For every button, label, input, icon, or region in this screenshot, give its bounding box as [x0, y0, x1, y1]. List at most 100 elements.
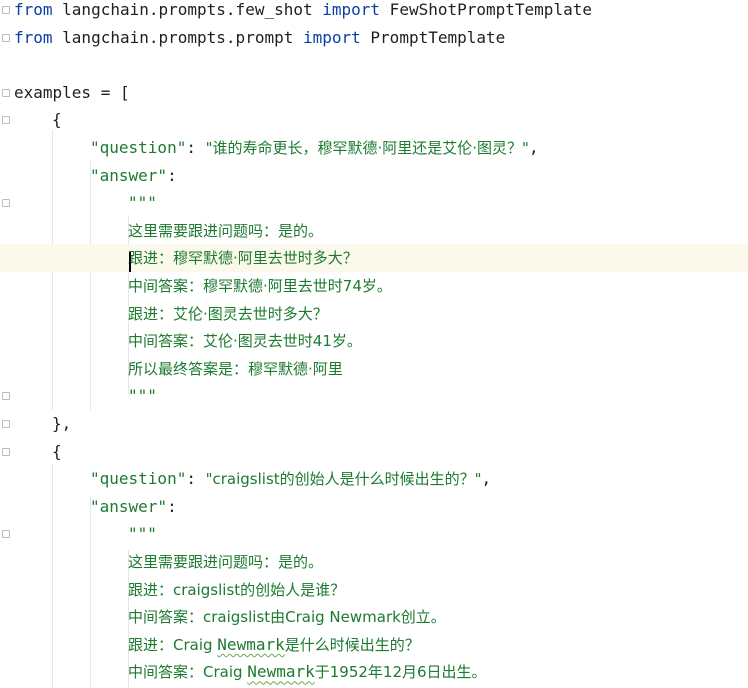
code-text: {	[52, 438, 62, 466]
string-token: "question"	[90, 469, 187, 489]
code-text: """	[128, 520, 157, 548]
string-token: 跟进：穆罕默德·阿里去世时多大？	[128, 249, 358, 268]
fold-marker-icon[interactable]	[2, 88, 10, 97]
code-token: :	[167, 165, 177, 185]
string-token: """	[128, 193, 157, 213]
code-line[interactable]: from langchain.prompts.prompt import Pro…	[0, 24, 748, 52]
code-text: },	[52, 410, 71, 438]
code-text: 跟进：艾伦·图灵去世时多大？	[128, 300, 328, 328]
code-text: 跟进：穆罕默德·阿里去世时多大？	[128, 244, 358, 272]
code-token: langchain.prompts.prompt	[52, 27, 303, 47]
code-line[interactable]: 跟进：穆罕默德·阿里去世时多大？	[0, 244, 748, 273]
code-text: 跟进：craigslist的创始人是谁？	[128, 576, 345, 604]
string-token: 跟进：craigslist的创始人是谁？	[128, 580, 346, 599]
string-token: 这里需要跟进问题吗：是的。	[128, 221, 324, 240]
string-token: """	[128, 386, 157, 406]
code-token: {	[52, 441, 62, 461]
string-token: Newmark	[247, 662, 315, 682]
code-text: """	[128, 382, 157, 410]
fold-marker-icon[interactable]	[2, 33, 10, 42]
code-text: {	[52, 106, 62, 134]
code-text: 中间答案：craigslist由Craig Newmark创立。	[128, 603, 446, 631]
code-token: FewShotPromptTemplate	[380, 0, 592, 19]
code-text: 跟进：Craig Newmark是什么时候出生的？	[128, 631, 420, 659]
string-token: 跟进：Craig	[128, 635, 218, 654]
code-line[interactable]: 所以最终答案是：穆罕默德·阿里	[0, 355, 748, 383]
code-token: langchain.prompts.few_shot	[52, 0, 323, 19]
code-line[interactable]: {	[0, 438, 748, 466]
string-token: 中间答案：艾伦·图灵去世时41岁。	[128, 332, 362, 351]
string-token: 中间答案：Craig	[128, 663, 248, 682]
code-line[interactable]: 中间答案：穆罕默德·阿里去世时74岁。	[0, 272, 748, 300]
code-text: "question": "craigslist的创始人是什么时候出生的？",	[90, 465, 491, 493]
fold-marker-icon[interactable]	[2, 530, 10, 539]
code-text: examples = [	[14, 79, 130, 107]
code-token: :	[186, 469, 206, 489]
code-text: "answer":	[90, 162, 177, 190]
code-token: :	[167, 496, 177, 516]
code-line[interactable]: 中间答案：craigslist由Craig Newmark创立。	[0, 603, 748, 631]
code-line[interactable]: "answer":	[0, 493, 748, 521]
keyword-token: from	[14, 27, 53, 47]
fold-marker-icon[interactable]	[2, 199, 10, 208]
string-token: 于1952年12月6日出生。	[314, 663, 487, 682]
code-line[interactable]: {	[0, 106, 748, 134]
string-token: 跟进：艾伦·图灵去世时多大？	[128, 304, 328, 323]
fold-marker-icon[interactable]	[2, 116, 10, 125]
code-text: 这里需要跟进问题吗：是的。	[128, 548, 323, 576]
code-line[interactable]: 这里需要跟进问题吗：是的。	[0, 548, 748, 576]
code-line[interactable]: "question": "谁的寿命更长，穆罕默德·阿里还是艾伦·图灵？",	[0, 134, 748, 162]
code-line[interactable]: "question": "craigslist的创始人是什么时候出生的？",	[0, 465, 748, 493]
code-line[interactable]	[0, 51, 748, 79]
keyword-token: import	[302, 27, 361, 47]
code-text: 中间答案：穆罕默德·阿里去世时74岁。	[128, 272, 392, 300]
code-line[interactable]: from langchain.prompts.few_shot import F…	[0, 0, 748, 24]
code-text: "question": "谁的寿命更长，穆罕默德·阿里还是艾伦·图灵？",	[90, 134, 539, 162]
fold-marker-icon[interactable]	[2, 420, 10, 428]
code-token: {	[52, 110, 62, 130]
keyword-token: from	[14, 0, 53, 19]
code-token: PromptTemplate	[360, 27, 506, 47]
code-line[interactable]: examples = [	[0, 79, 748, 107]
code-line[interactable]: "answer":	[0, 162, 748, 190]
string-token: 中间答案：穆罕默德·阿里去世时74岁。	[128, 277, 392, 295]
string-token: "answer"	[90, 496, 168, 516]
text-cursor	[129, 252, 131, 272]
code-line[interactable]: 中间答案：艾伦·图灵去世时41岁。	[0, 327, 748, 355]
code-token: :	[186, 138, 206, 157]
code-text: from langchain.prompts.few_shot import F…	[14, 0, 592, 24]
code-line[interactable]: 这里需要跟进问题吗：是的。	[0, 217, 748, 245]
code-token: ,	[481, 469, 492, 489]
string-token: "question"	[90, 138, 187, 157]
code-text: "answer":	[90, 493, 177, 521]
string-token: 所以最终答案是：穆罕默德·阿里	[128, 359, 343, 378]
string-token: 中间答案：craigslist由Craig Newmark创立。	[128, 608, 446, 627]
code-text: 所以最终答案是：穆罕默德·阿里	[128, 355, 343, 383]
string-token: """	[128, 524, 157, 544]
fold-marker-icon[interactable]	[2, 6, 10, 14]
code-line[interactable]: """	[0, 189, 748, 217]
code-text: 中间答案：艾伦·图灵去世时41岁。	[128, 327, 362, 355]
code-text: from langchain.prompts.prompt import Pro…	[14, 24, 505, 52]
code-line[interactable]: """	[0, 520, 748, 548]
string-token: "answer"	[90, 165, 168, 185]
code-text: """	[128, 189, 157, 217]
string-token: "craigslist的创始人是什么时候出生的？"	[205, 470, 482, 489]
keyword-token: import	[322, 0, 381, 19]
fold-marker-icon[interactable]	[2, 392, 10, 401]
code-token: ,	[528, 138, 539, 157]
code-line[interactable]: 跟进：craigslist的创始人是谁？	[0, 576, 748, 604]
code-token: examples = [	[14, 82, 130, 102]
code-line[interactable]: """	[0, 382, 748, 410]
code-editor[interactable]: from langchain.prompts.few_shot import F…	[0, 0, 748, 688]
code-line[interactable]: 中间答案：Craig Newmark于1952年12月6日出生。	[0, 658, 748, 686]
string-token: Newmark	[217, 634, 285, 654]
code-text: 这里需要跟进问题吗：是的。	[128, 217, 323, 245]
string-token: "谁的寿命更长，穆罕默德·阿里还是艾伦·图灵？"	[205, 139, 529, 157]
string-token: 是什么时候出生的？	[284, 635, 420, 654]
code-text: 中间答案：Craig Newmark于1952年12月6日出生。	[128, 658, 487, 686]
code-line[interactable]: },	[0, 410, 748, 438]
code-line[interactable]: 跟进：Craig Newmark是什么时候出生的？	[0, 631, 748, 659]
fold-marker-icon[interactable]	[2, 447, 10, 456]
code-line[interactable]: 跟进：艾伦·图灵去世时多大？	[0, 300, 748, 328]
